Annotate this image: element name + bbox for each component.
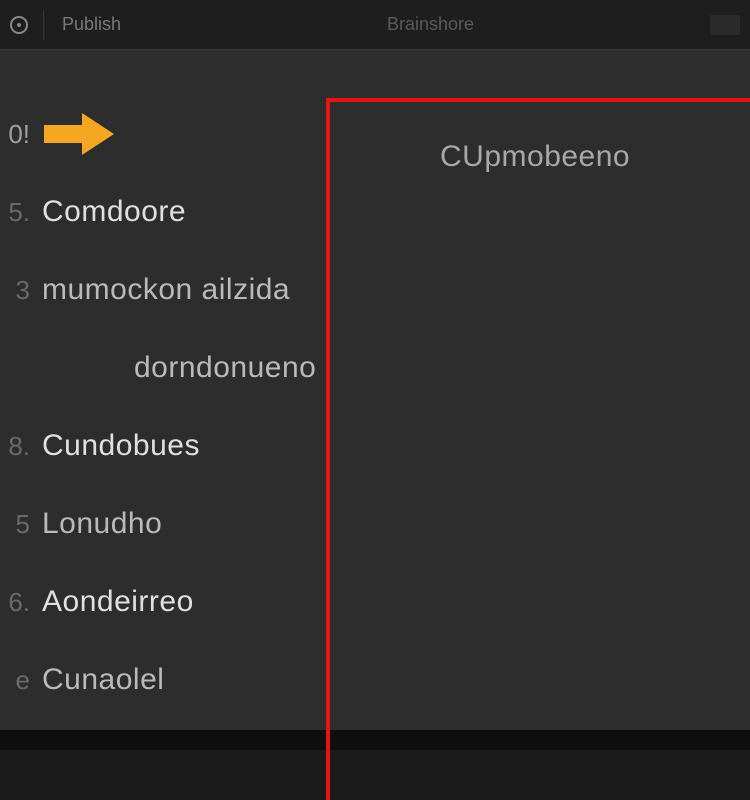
toolbar-right-control[interactable] (710, 15, 740, 35)
toolbar-divider (43, 10, 44, 40)
ruler-vertical (326, 100, 330, 800)
toolbar-title-area: Brainshore (151, 14, 710, 35)
line-marker: 8. (0, 431, 30, 462)
list-item[interactable]: 6. Aondeirreo (0, 578, 750, 626)
ruler-horizontal (326, 98, 750, 102)
list-item-label: Aondeirreo (42, 585, 194, 619)
list-item-label: Comdoore (42, 195, 186, 229)
list-item-label: dorndonueno (134, 351, 316, 385)
line-marker: 0! (0, 119, 30, 150)
list-item[interactable]: 5. Comdoore (0, 188, 750, 236)
column-heading: CUpmobeeno (440, 140, 630, 174)
list-item-current[interactable]: 0! (0, 110, 750, 158)
editor-content: CUpmobeeno 0! 5. Comdoore 3 mumockon ail… (0, 50, 750, 750)
current-line-indicator (42, 110, 130, 158)
list-item[interactable]: 3 mumockon ailzida (0, 266, 750, 314)
line-marker: 5 (0, 509, 30, 540)
top-toolbar: Publish Brainshore (0, 0, 750, 50)
line-marker: e (0, 665, 30, 696)
list-item-continuation[interactable]: dorndonueno (0, 344, 750, 392)
list-item[interactable]: 5 Lonudho (0, 500, 750, 548)
line-marker: 5. (0, 197, 30, 228)
toolbar-title: Brainshore (387, 14, 474, 35)
outline-list: 0! 5. Comdoore 3 mumockon ailzida dorndo… (0, 110, 750, 704)
status-bar (0, 730, 750, 750)
app-icon[interactable] (10, 16, 28, 34)
list-item-label: Cundobues (42, 429, 200, 463)
list-item-label: Lonudho (42, 507, 162, 541)
menu-item-publish[interactable]: Publish (62, 14, 121, 35)
list-item[interactable]: 8. Cundobues (0, 422, 750, 470)
list-item[interactable]: e Cunaolel (0, 656, 750, 704)
line-marker: 3 (0, 275, 30, 306)
arrow-right-icon (42, 111, 118, 157)
list-item-label: Cunaolel (42, 663, 164, 697)
list-item-label: mumockon ailzida (42, 273, 290, 307)
line-marker: 6. (0, 587, 30, 618)
